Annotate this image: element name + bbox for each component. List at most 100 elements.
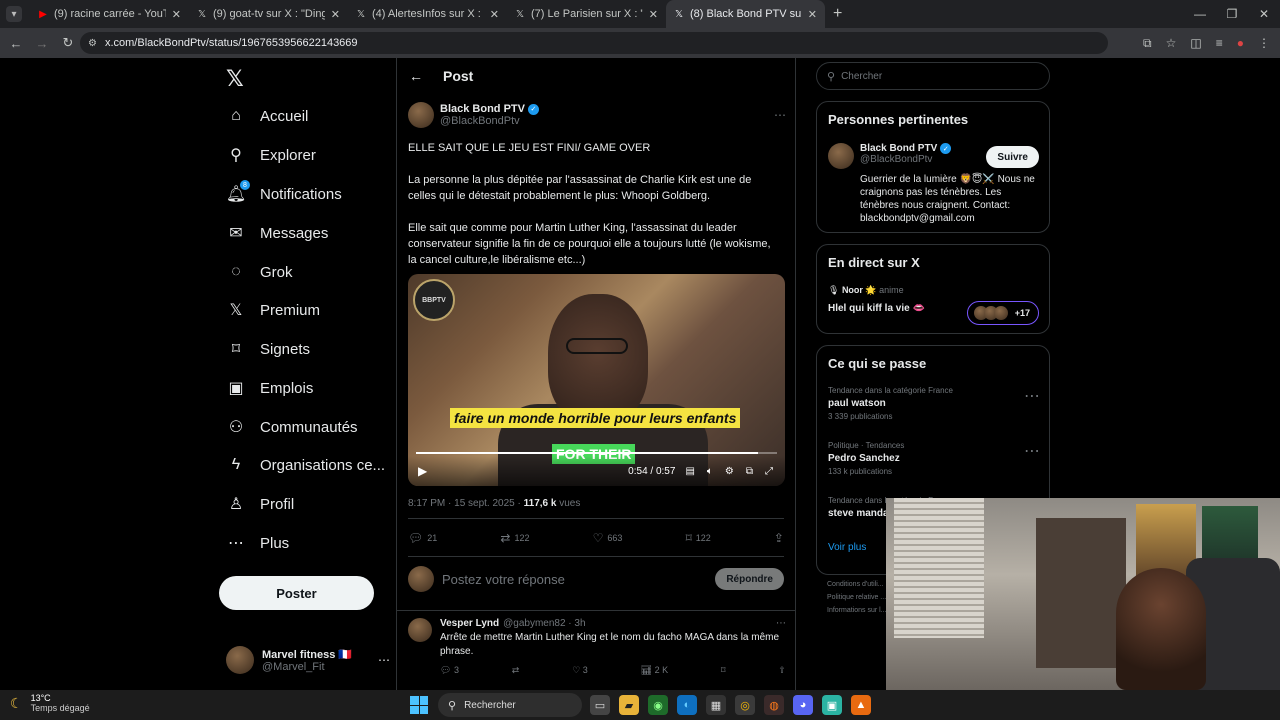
reply-action[interactable]: 💬︎ 21: [408, 531, 437, 545]
avatar[interactable]: [828, 143, 854, 169]
settings-icon[interactable]: ⚙: [725, 466, 734, 477]
browser-tab[interactable]: ▶ (9) racine carrée - YouTube ✕: [30, 0, 189, 28]
person-name[interactable]: Black Bond PTV ✓: [860, 143, 952, 154]
close-tab-icon[interactable]: ✕: [649, 8, 658, 21]
trend-item[interactable]: Tendance dans la catégorie France paul w…: [828, 386, 1040, 421]
bookmark-action[interactable]: ⌑: [721, 665, 726, 676]
footer-link[interactable]: Politique relative ...: [827, 591, 887, 604]
nav-item-notifications[interactable]: 🔔︎ 8 Notifications: [226, 179, 342, 209]
x-logo-icon[interactable]: 𝕏: [226, 66, 244, 92]
live-listeners[interactable]: +17: [967, 301, 1039, 325]
nav-item-home[interactable]: ⌂ Accueil: [226, 101, 308, 131]
footer-link[interactable]: Informations sur l...: [827, 604, 887, 617]
post-more-icon[interactable]: ⋯: [774, 108, 786, 122]
nav-item-profile[interactable]: ♙ Profil: [226, 489, 294, 519]
video-player[interactable]: BBPTV faire un monde horrible pour leurs…: [408, 274, 785, 486]
like-action[interactable]: ♡ 663: [593, 531, 623, 545]
reading-list-icon[interactable]: ≡: [1216, 36, 1223, 50]
edge-icon[interactable]: ◐: [677, 695, 697, 715]
extensions-icon[interactable]: ◫: [1190, 36, 1201, 50]
reload-icon[interactable]: ↻: [56, 35, 80, 51]
browser-tab[interactable]: 𝕏 (4) AlertesInfos sur X : "re ✕: [348, 0, 507, 28]
task-view-icon[interactable]: ▭: [590, 695, 610, 715]
weather-widget[interactable]: ☾ 13°C Temps dégagé: [10, 693, 90, 713]
tab-search-button[interactable]: ▾: [6, 6, 22, 22]
reply-more-icon[interactable]: ⋯: [776, 618, 786, 629]
post-button[interactable]: Poster: [219, 576, 374, 610]
person-handle[interactable]: @BlackBondPtv: [860, 154, 951, 165]
vlc-icon[interactable]: ▲: [851, 695, 871, 715]
share-action[interactable]: ⇪: [774, 531, 784, 545]
nav-item-jobs[interactable]: ▣ Emplois: [226, 373, 313, 403]
menu-icon[interactable]: ⋮: [1258, 36, 1270, 50]
close-tab-icon[interactable]: ✕: [490, 8, 499, 21]
author-handle[interactable]: @BlackBondPtv: [440, 115, 539, 127]
discord-icon[interactable]: ◕: [793, 695, 813, 715]
close-window-icon[interactable]: ✕: [1248, 7, 1280, 21]
install-icon[interactable]: ⧉: [1143, 36, 1152, 51]
star-icon[interactable]: ☆: [1166, 36, 1177, 50]
avatar[interactable]: [408, 618, 432, 642]
chrome-icon[interactable]: ◎: [735, 695, 755, 715]
nav-item-explore[interactable]: ⚲ Explorer: [226, 140, 316, 170]
new-tab-button[interactable]: +: [833, 5, 842, 23]
views-action[interactable]: 📊︎ 2 K: [641, 665, 668, 676]
profile-icon[interactable]: ●: [1237, 36, 1244, 50]
nvidia-icon[interactable]: ◉: [648, 695, 668, 715]
back-icon[interactable]: ←: [4, 36, 28, 51]
nav-item-premium[interactable]: 𝕏 Premium: [226, 295, 320, 325]
fullscreen-icon[interactable]: ⤢: [765, 466, 773, 477]
minimize-icon[interactable]: —: [1184, 7, 1216, 21]
back-arrow-icon[interactable]: ←: [409, 68, 423, 84]
account-switcher[interactable]: Marvel fitness 🇫🇷 @Marvel_Fit ⋯: [226, 644, 390, 676]
live-host[interactable]: 🎙︎ Noor 🌟 anime: [828, 285, 904, 296]
browser-tab[interactable]: 𝕏 (9) goat-tv sur X : "Dinguerie ! ✕: [189, 0, 348, 28]
app-icon[interactable]: ▣: [822, 695, 842, 715]
pip-icon[interactable]: ⧉: [746, 466, 753, 477]
video-progress-bar[interactable]: [416, 452, 777, 454]
like-action[interactable]: ♡ 3: [572, 665, 588, 676]
show-more-link[interactable]: Voir plus: [828, 542, 866, 553]
nav-item-bookmarks[interactable]: ⌑ Signets: [226, 334, 310, 364]
url-field[interactable]: ⚙ x.com/BlackBondPtv/status/196765395662…: [80, 32, 1108, 54]
firefox-icon[interactable]: ◍: [764, 695, 784, 715]
live-topic[interactable]: Hlel qui kiff la vie 👄: [828, 303, 925, 314]
author-name[interactable]: Black Bond PTV ✓: [440, 103, 539, 115]
nav-item-grok[interactable]: ◌ Grok: [226, 257, 292, 287]
trend-more-icon[interactable]: ⋯: [1024, 441, 1040, 461]
store-icon[interactable]: ▦: [706, 695, 726, 715]
search-input[interactable]: ⚲ Chercher: [816, 62, 1050, 90]
close-tab-icon[interactable]: ✕: [172, 8, 181, 21]
trend-item[interactable]: Politique · Tendances Pedro Sanchez 133 …: [828, 441, 1040, 476]
follow-button[interactable]: Suivre: [986, 146, 1039, 168]
browser-tab-active[interactable]: 𝕏 (8) Black Bond PTV sur X : "ELLE ✕: [666, 0, 825, 28]
reply-button[interactable]: Répondre: [715, 568, 784, 590]
reply-action[interactable]: 💬︎ 3: [440, 665, 459, 676]
footer-link[interactable]: Conditions d'utili...: [827, 578, 887, 591]
nav-item-organizations[interactable]: ϟ Organisations ce...: [226, 450, 385, 480]
play-icon[interactable]: ▶: [418, 464, 427, 478]
maximize-icon[interactable]: ❐: [1216, 7, 1248, 21]
trend-more-icon[interactable]: ⋯: [1024, 386, 1040, 406]
reply-input[interactable]: Postez votre réponse: [442, 572, 565, 587]
post-timestamp[interactable]: 8:17 PM · 15 sept. 2025 ·: [408, 498, 524, 509]
author-avatar[interactable]: [408, 102, 434, 128]
nav-item-more[interactable]: ⋯ Plus: [226, 528, 289, 558]
site-info-icon[interactable]: ⚙: [88, 38, 97, 49]
nav-item-messages[interactable]: ✉ Messages: [226, 218, 328, 248]
close-tab-icon[interactable]: ✕: [808, 8, 817, 21]
browser-tab[interactable]: 𝕏 (7) Le Parisien sur X : "C'est l'hu ✕: [507, 0, 666, 28]
close-tab-icon[interactable]: ✕: [331, 8, 340, 21]
repost-action[interactable]: ⇄: [512, 665, 520, 676]
start-icon[interactable]: [410, 696, 428, 714]
reply-post[interactable]: Vesper Lynd @gabymen82 · 3h ⋯ Arrête de …: [408, 618, 786, 676]
repost-action[interactable]: ⇄ 122: [500, 531, 529, 545]
reply-author-name[interactable]: Vesper Lynd: [440, 618, 499, 629]
taskbar-search[interactable]: ⚲ Rechercher: [438, 693, 582, 717]
captions-icon[interactable]: ▤: [685, 466, 694, 477]
file-explorer-icon[interactable]: ▰: [619, 695, 639, 715]
forward-icon[interactable]: →: [30, 36, 54, 51]
volume-icon[interactable]: 🔈︎: [707, 466, 713, 477]
share-action[interactable]: ⇪: [778, 665, 786, 676]
bookmark-action[interactable]: ⌑ 122: [686, 531, 711, 545]
